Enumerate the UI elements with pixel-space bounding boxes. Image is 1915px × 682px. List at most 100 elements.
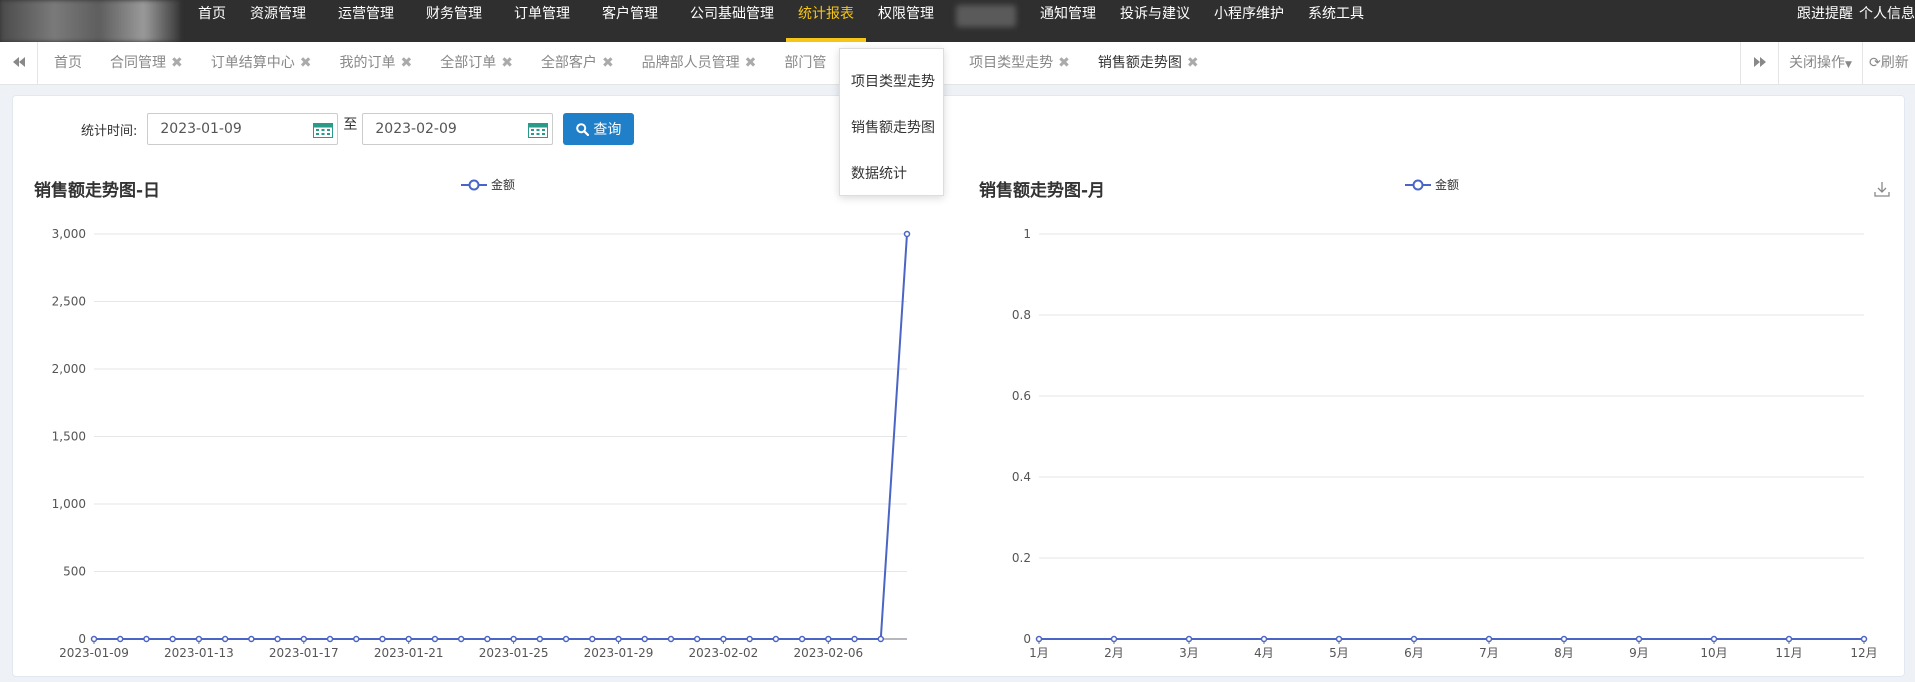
follow-up-reminder-link[interactable]: 跟进提醒 — [1797, 0, 1853, 28]
x-tick-label: 4月 — [1254, 646, 1274, 660]
logo — [0, 0, 180, 42]
main-panel: 统计时间: 2023-01-09 至 2023-02-09 查询 销售额走势图-… — [12, 95, 1905, 677]
data-point — [353, 635, 360, 643]
data-point — [798, 635, 806, 643]
data-point — [431, 635, 439, 643]
y-tick-label: 3,000 — [52, 227, 86, 241]
data-point — [536, 635, 544, 643]
top-menu-item[interactable]: 资源管理 — [238, 0, 318, 42]
data-point — [195, 635, 203, 643]
tab-scroll-right-button[interactable] — [1740, 42, 1778, 85]
top-menu-item[interactable]: 运营管理 — [326, 0, 406, 42]
data-point — [1560, 635, 1568, 643]
y-tick-label: 0.4 — [1012, 470, 1031, 484]
y-tick-label: 500 — [63, 565, 86, 579]
data-point — [1110, 635, 1118, 643]
top-menu-item[interactable] — [956, 5, 1016, 27]
y-tick-label: 0.2 — [1012, 551, 1031, 565]
top-menu-item[interactable]: 投诉与建议 — [1108, 0, 1202, 42]
close-tab-icon[interactable]: ✖ — [300, 42, 312, 85]
x-tick-label: 11月 — [1775, 646, 1802, 660]
data-point — [693, 635, 701, 643]
dropdown-item-sales-trend[interactable]: 销售额走势图 — [840, 105, 943, 151]
x-tick-label: 8月 — [1554, 646, 1574, 660]
data-point — [1635, 635, 1643, 643]
daily-sales-chart: 0 500 1,000 1,500 2,000 2,500 3,000 2023-01-09 2… — [52, 227, 911, 660]
data-point — [1410, 635, 1418, 643]
data-point — [1335, 635, 1343, 643]
profile-link[interactable]: 个人信息 — [1859, 0, 1915, 28]
double-chevron-left-icon — [12, 57, 25, 67]
tab-label: 我的订单 — [339, 55, 396, 71]
dropdown-item-project-type-trend[interactable]: 项目类型走势 — [840, 59, 943, 105]
data-point — [772, 635, 780, 643]
top-menu-item[interactable]: 财务管理 — [414, 0, 494, 42]
data-point — [510, 635, 517, 643]
close-tab-icon[interactable]: ✖ — [501, 42, 513, 85]
data-point — [1035, 635, 1043, 643]
tab-item[interactable]: 订单结算中心 ✖ — [197, 42, 326, 85]
caret-down-icon: ▼ — [1845, 60, 1852, 70]
app-root: 首页 资源管理 运营管理 财务管理 订单管理 客户管理 公司基础管理 统计报表 权限管理 通知管理… — [0, 0, 1915, 682]
y-tick-label: 0 — [1023, 632, 1031, 646]
data-point — [90, 635, 98, 643]
tab-item[interactable]: 品牌部人员管理 ✖ — [628, 42, 771, 85]
top-menu-item[interactable]: 客户管理 — [590, 0, 670, 42]
data-point — [641, 635, 648, 643]
close-operations-dropdown[interactable]: 关闭操作▼ — [1778, 42, 1862, 85]
refresh-label: 刷新 — [1880, 55, 1909, 71]
top-menu-item[interactable]: 权限管理 — [866, 0, 946, 42]
tab-item[interactable]: 项目类型走势 ✖ — [955, 42, 1084, 85]
top-menu-item[interactable]: 系统工具 — [1296, 0, 1376, 42]
data-point — [1485, 635, 1493, 643]
top-menu-item[interactable]: 通知管理 — [1028, 0, 1108, 42]
tab-item[interactable]: 全部订单 ✖ — [426, 42, 527, 85]
close-tab-icon[interactable]: ✖ — [1187, 42, 1199, 85]
data-point — [720, 635, 727, 643]
close-tab-icon[interactable]: ✖ — [171, 42, 183, 85]
x-tick-label: 2023-01-21 — [374, 646, 444, 660]
tab-item[interactable]: 我的订单 ✖ — [325, 42, 426, 85]
refresh-button[interactable]: ⟳刷新 — [1862, 42, 1915, 85]
close-tab-icon[interactable]: ✖ — [1058, 42, 1070, 85]
top-menu-item[interactable]: 公司基础管理 — [678, 0, 786, 42]
top-menu-item[interactable]: 订单管理 — [502, 0, 582, 42]
tab-item[interactable]: 销售额走势图 ✖ — [1084, 42, 1213, 85]
data-point — [457, 635, 465, 643]
data-point — [1185, 635, 1193, 643]
dropdown-item-data-statistics[interactable]: 数据统计 — [840, 151, 943, 197]
top-menu-item[interactable]: 统计报表 — [786, 0, 866, 42]
x-tick-label: 1月 — [1029, 646, 1049, 660]
close-tab-icon[interactable]: ✖ — [400, 42, 412, 85]
y-tick-label: 0.8 — [1012, 308, 1031, 322]
tab-list: 首页 合同管理 ✖ 订单结算中心 ✖ 我的订单 ✖ 全部订单 ✖ 全部客户 ✖ 品牌部人员管理 ✖ 部门管… — [40, 42, 1213, 85]
data-point — [589, 635, 596, 643]
y-tick-label: 0 — [78, 632, 86, 646]
x-tick-label: 2023-01-17 — [269, 646, 339, 660]
x-tick-label: 2023-02-06 — [793, 646, 863, 660]
tab-bar: 首页 合同管理 ✖ 订单结算中心 ✖ 我的订单 ✖ 全部订单 ✖ 全部客户 ✖ 品牌部人员管理 ✖ 部门管… — [0, 42, 1915, 85]
close-tab-icon[interactable]: ✖ — [745, 42, 757, 85]
y-tick-label: 0.6 — [1012, 389, 1031, 403]
data-point — [877, 635, 885, 643]
data-point — [221, 635, 229, 643]
tab-item[interactable]: 全部客户 ✖ — [527, 42, 628, 85]
top-menu-item[interactable]: 首页 — [186, 0, 238, 42]
tab-scroll-left-button[interactable] — [0, 42, 38, 85]
data-point — [326, 635, 334, 643]
tab-item[interactable]: 部门管 — [770, 42, 840, 85]
top-menu: 首页 资源管理 运营管理 财务管理 订单管理 客户管理 公司基础管理 统计报表 权限管理 通知管理… — [186, 0, 1376, 42]
tab-label: 首页 — [54, 55, 82, 71]
close-tab-icon[interactable]: ✖ — [602, 42, 614, 85]
data-point — [903, 230, 911, 238]
y-tick-label: 1,500 — [52, 430, 86, 444]
top-navbar: 首页 资源管理 运营管理 财务管理 订单管理 客户管理 公司基础管理 统计报表 权限管理 通知管理… — [0, 0, 1915, 42]
tab-item[interactable]: 首页 — [40, 42, 96, 85]
x-tick-label: 2月 — [1104, 646, 1124, 660]
y-tick-label: 1,000 — [52, 497, 86, 511]
data-point — [851, 635, 858, 643]
tab-item[interactable]: 合同管理 ✖ — [96, 42, 197, 85]
data-point — [405, 635, 412, 643]
data-point — [667, 635, 675, 643]
top-menu-item[interactable]: 小程序维护 — [1202, 0, 1296, 42]
